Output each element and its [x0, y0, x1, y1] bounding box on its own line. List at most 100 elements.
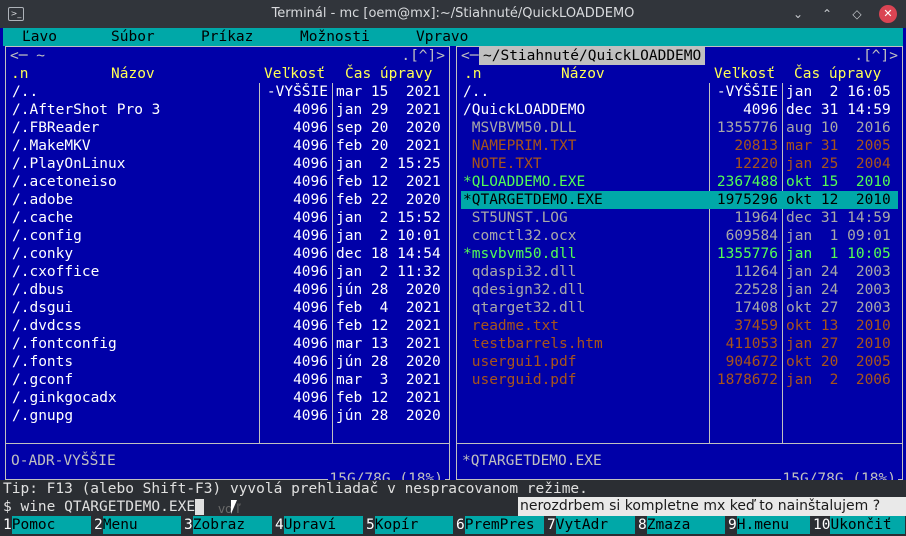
left-file-row[interactable]: /.adobe 4096 feb 22 2020 — [6, 191, 449, 209]
right-file-row[interactable]: qtarget32.dll 17408 okt 27 2003 — [457, 299, 902, 317]
left-file-row[interactable]: /.dvdcss 4096 feb 12 2021 — [6, 317, 449, 335]
file-name: /.gconf — [12, 372, 74, 388]
fkey-2[interactable]: 2Menu — [91, 516, 181, 534]
right-header-size[interactable]: Veľkosť — [714, 65, 775, 83]
right-panel-corner[interactable]: <─ — [461, 47, 479, 65]
fkey-3[interactable]: 3Zobraz — [181, 516, 272, 534]
file-time: feb 12 2021 — [336, 318, 441, 334]
file-time: jan 2 16:05 — [786, 84, 891, 100]
fkey-number: 3 — [181, 517, 193, 533]
file-size: 4096 — [293, 336, 328, 352]
right-file-row[interactable]: *QTARGETDEMO.EXE 1975296 okt 12 2010 — [461, 191, 898, 209]
left-file-row[interactable]: /.dbus 4096 jún 28 2020 — [6, 281, 449, 299]
file-time: okt 15 2010 — [786, 174, 891, 190]
left-panel-corner[interactable]: <─ ~ — [10, 47, 45, 65]
left-file-row[interactable]: /.conky 4096 dec 18 14:54 — [6, 245, 449, 263]
menu-right[interactable]: Vpravo — [416, 28, 468, 46]
left-file-row[interactable]: /.PlayOnLinux 4096 jan 2 15:25 — [6, 155, 449, 173]
fkey-number: 1 — [0, 517, 12, 533]
file-size: 4096 — [293, 102, 328, 118]
left-panel-corner-right[interactable]: .[^]> — [401, 47, 445, 65]
fkey-number: 2 — [91, 517, 103, 533]
file-size: 11964 — [734, 210, 778, 226]
fkey-9[interactable]: 9H.menu — [725, 516, 810, 534]
file-name: /.fontconfig — [12, 336, 117, 352]
file-size: 4096 — [293, 372, 328, 388]
left-header-sort[interactable]: .n — [11, 65, 28, 83]
file-time: feb 12 2021 — [336, 390, 441, 406]
right-file-row[interactable]: testbarrels.htm 411053 jan 27 2010 — [457, 335, 902, 353]
maximize-button[interactable]: ⌃ — [818, 5, 836, 23]
fkey-6[interactable]: 6PremPres — [453, 516, 544, 534]
menu-options[interactable]: Možnosti — [300, 28, 370, 46]
file-name: comctl32.ocx — [463, 228, 577, 244]
file-size: 4096 — [293, 210, 328, 226]
fkey-label: VytAdr — [555, 516, 635, 534]
right-file-row[interactable]: /QuickLOADDEMO 4096 dec 31 14:59 — [457, 101, 902, 119]
file-time: jún 28 2020 — [336, 282, 441, 298]
right-file-row[interactable]: qdesign32.dll 22528 jan 24 2003 — [457, 281, 902, 299]
file-name: MSVBVM50.DLL — [463, 120, 577, 136]
fkey-10[interactable]: 10Ukončiť — [810, 516, 906, 534]
left-panel[interactable]: <─ ~ .[^]> .n Názov Veľkosť Čas úpravy /… — [5, 46, 450, 488]
right-file-row[interactable]: /.. -VYŠŠIE jan 2 16:05 — [457, 83, 902, 101]
close-button[interactable]: ✕ — [879, 5, 897, 23]
right-file-row[interactable]: *QLOADDEMO.EXE 2367488 okt 15 2010 — [457, 173, 902, 191]
left-file-row[interactable]: /.fontconfig 4096 mar 13 2021 — [6, 335, 449, 353]
right-panel[interactable]: <─ ~/Stiahnuté/QuickLOADDEMO .[^]> .n Ná… — [456, 46, 903, 488]
file-size: 4096 — [293, 156, 328, 172]
left-file-row[interactable]: /.cache 4096 jan 2 15:52 — [6, 209, 449, 227]
left-header-time[interactable]: Čas úpravy — [345, 65, 432, 83]
right-file-row[interactable]: NAMEPRIM.TXT 20813 mar 31 2005 — [457, 137, 902, 155]
right-header-sort[interactable]: .n — [464, 65, 481, 83]
left-file-row[interactable]: /.gnupg 4096 jún 28 2020 — [6, 407, 449, 425]
left-file-row[interactable]: /.. -VYŠŠIE mar 15 2021 — [6, 83, 449, 101]
right-panel-path: ~/Stiahnuté/QuickLOADDEMO — [479, 47, 706, 65]
right-file-row[interactable]: qdaspi32.dll 11264 jan 24 2003 — [457, 263, 902, 281]
file-time: mar 31 2005 — [786, 138, 891, 154]
fkey-8[interactable]: 8Zmaza — [635, 516, 725, 534]
terminal-area[interactable]: Ľavo Súbor Príkaz Možnosti Vpravo <─ ~ .… — [0, 28, 906, 536]
file-time: mar 3 2021 — [336, 372, 441, 388]
right-header-name[interactable]: Názov — [561, 65, 605, 83]
right-file-row[interactable]: userguid.pdf 1878672 jan 2 2006 — [457, 371, 902, 389]
file-name: /.. — [463, 84, 490, 100]
right-file-row[interactable]: NOTE.TXT 12220 jan 25 2004 — [457, 155, 902, 173]
left-file-row[interactable]: /.config 4096 jan 2 10:01 — [6, 227, 449, 245]
right-header-time[interactable]: Čas úpravy — [794, 65, 881, 83]
right-file-row[interactable]: usergui1.pdf 904672 okt 20 2005 — [457, 353, 902, 371]
left-file-row[interactable]: /.AfterShot Pro 3 4096 jan 29 2021 — [6, 101, 449, 119]
left-header-name[interactable]: Názov — [111, 65, 155, 83]
fkey-7[interactable]: 7VytAdr — [544, 516, 635, 534]
right-panel-corner-right[interactable]: .[^]> — [854, 47, 898, 65]
file-time: feb 20 2021 — [336, 138, 441, 154]
fkey-1[interactable]: 1Pomoc — [0, 516, 91, 534]
restore-icon[interactable]: ◇ — [848, 5, 866, 23]
left-file-row[interactable]: /.acetoneiso 4096 feb 12 2021 — [6, 173, 449, 191]
right-file-row[interactable]: ST5UNST.LOG 11964 dec 31 14:59 — [457, 209, 902, 227]
file-time: feb 12 2021 — [336, 174, 441, 190]
fkey-5[interactable]: 5Kopír — [363, 516, 453, 534]
file-name: qtarget32.dll — [463, 300, 586, 316]
left-file-row[interactable]: /.FBReader 4096 sep 20 2020 — [6, 119, 449, 137]
fkey-4[interactable]: 4Upraví — [272, 516, 363, 534]
command-text[interactable]: $ wine QTARGETDEMO.EXE — [0, 499, 195, 515]
right-file-row[interactable]: readme.txt 37459 okt 13 2010 — [457, 317, 902, 335]
file-name: *QTARGETDEMO.EXE — [463, 192, 603, 208]
left-header-size[interactable]: Veľkosť — [264, 65, 325, 83]
right-file-row[interactable]: *msvbvm50.dll 1355776 jan 1 10:05 — [457, 245, 902, 263]
menu-command[interactable]: Príkaz — [201, 28, 253, 46]
menu-file[interactable]: Súbor — [111, 28, 155, 46]
minimize-button[interactable]: ⌄ — [789, 5, 807, 23]
right-file-row[interactable]: comctl32.ocx 609584 jan 1 09:01 — [457, 227, 902, 245]
left-file-row[interactable]: /.gconf 4096 mar 3 2021 — [6, 371, 449, 389]
left-file-row[interactable]: /.ginkgocadx 4096 feb 12 2021 — [6, 389, 449, 407]
menu-left[interactable]: Ľavo — [22, 28, 57, 46]
left-file-row[interactable]: /.dsgui 4096 feb 4 2021 — [6, 299, 449, 317]
left-file-row[interactable]: /.MakeMKV 4096 feb 20 2021 — [6, 137, 449, 155]
left-file-row[interactable]: /.fonts 4096 jún 28 2020 — [6, 353, 449, 371]
right-file-row[interactable]: MSVBVM50.DLL 1355776 aug 10 2016 — [457, 119, 902, 137]
fkey-label: Zobraz — [192, 516, 272, 534]
file-time: dec 18 14:54 — [336, 246, 441, 262]
left-file-row[interactable]: /.cxoffice 4096 jan 2 11:32 — [6, 263, 449, 281]
